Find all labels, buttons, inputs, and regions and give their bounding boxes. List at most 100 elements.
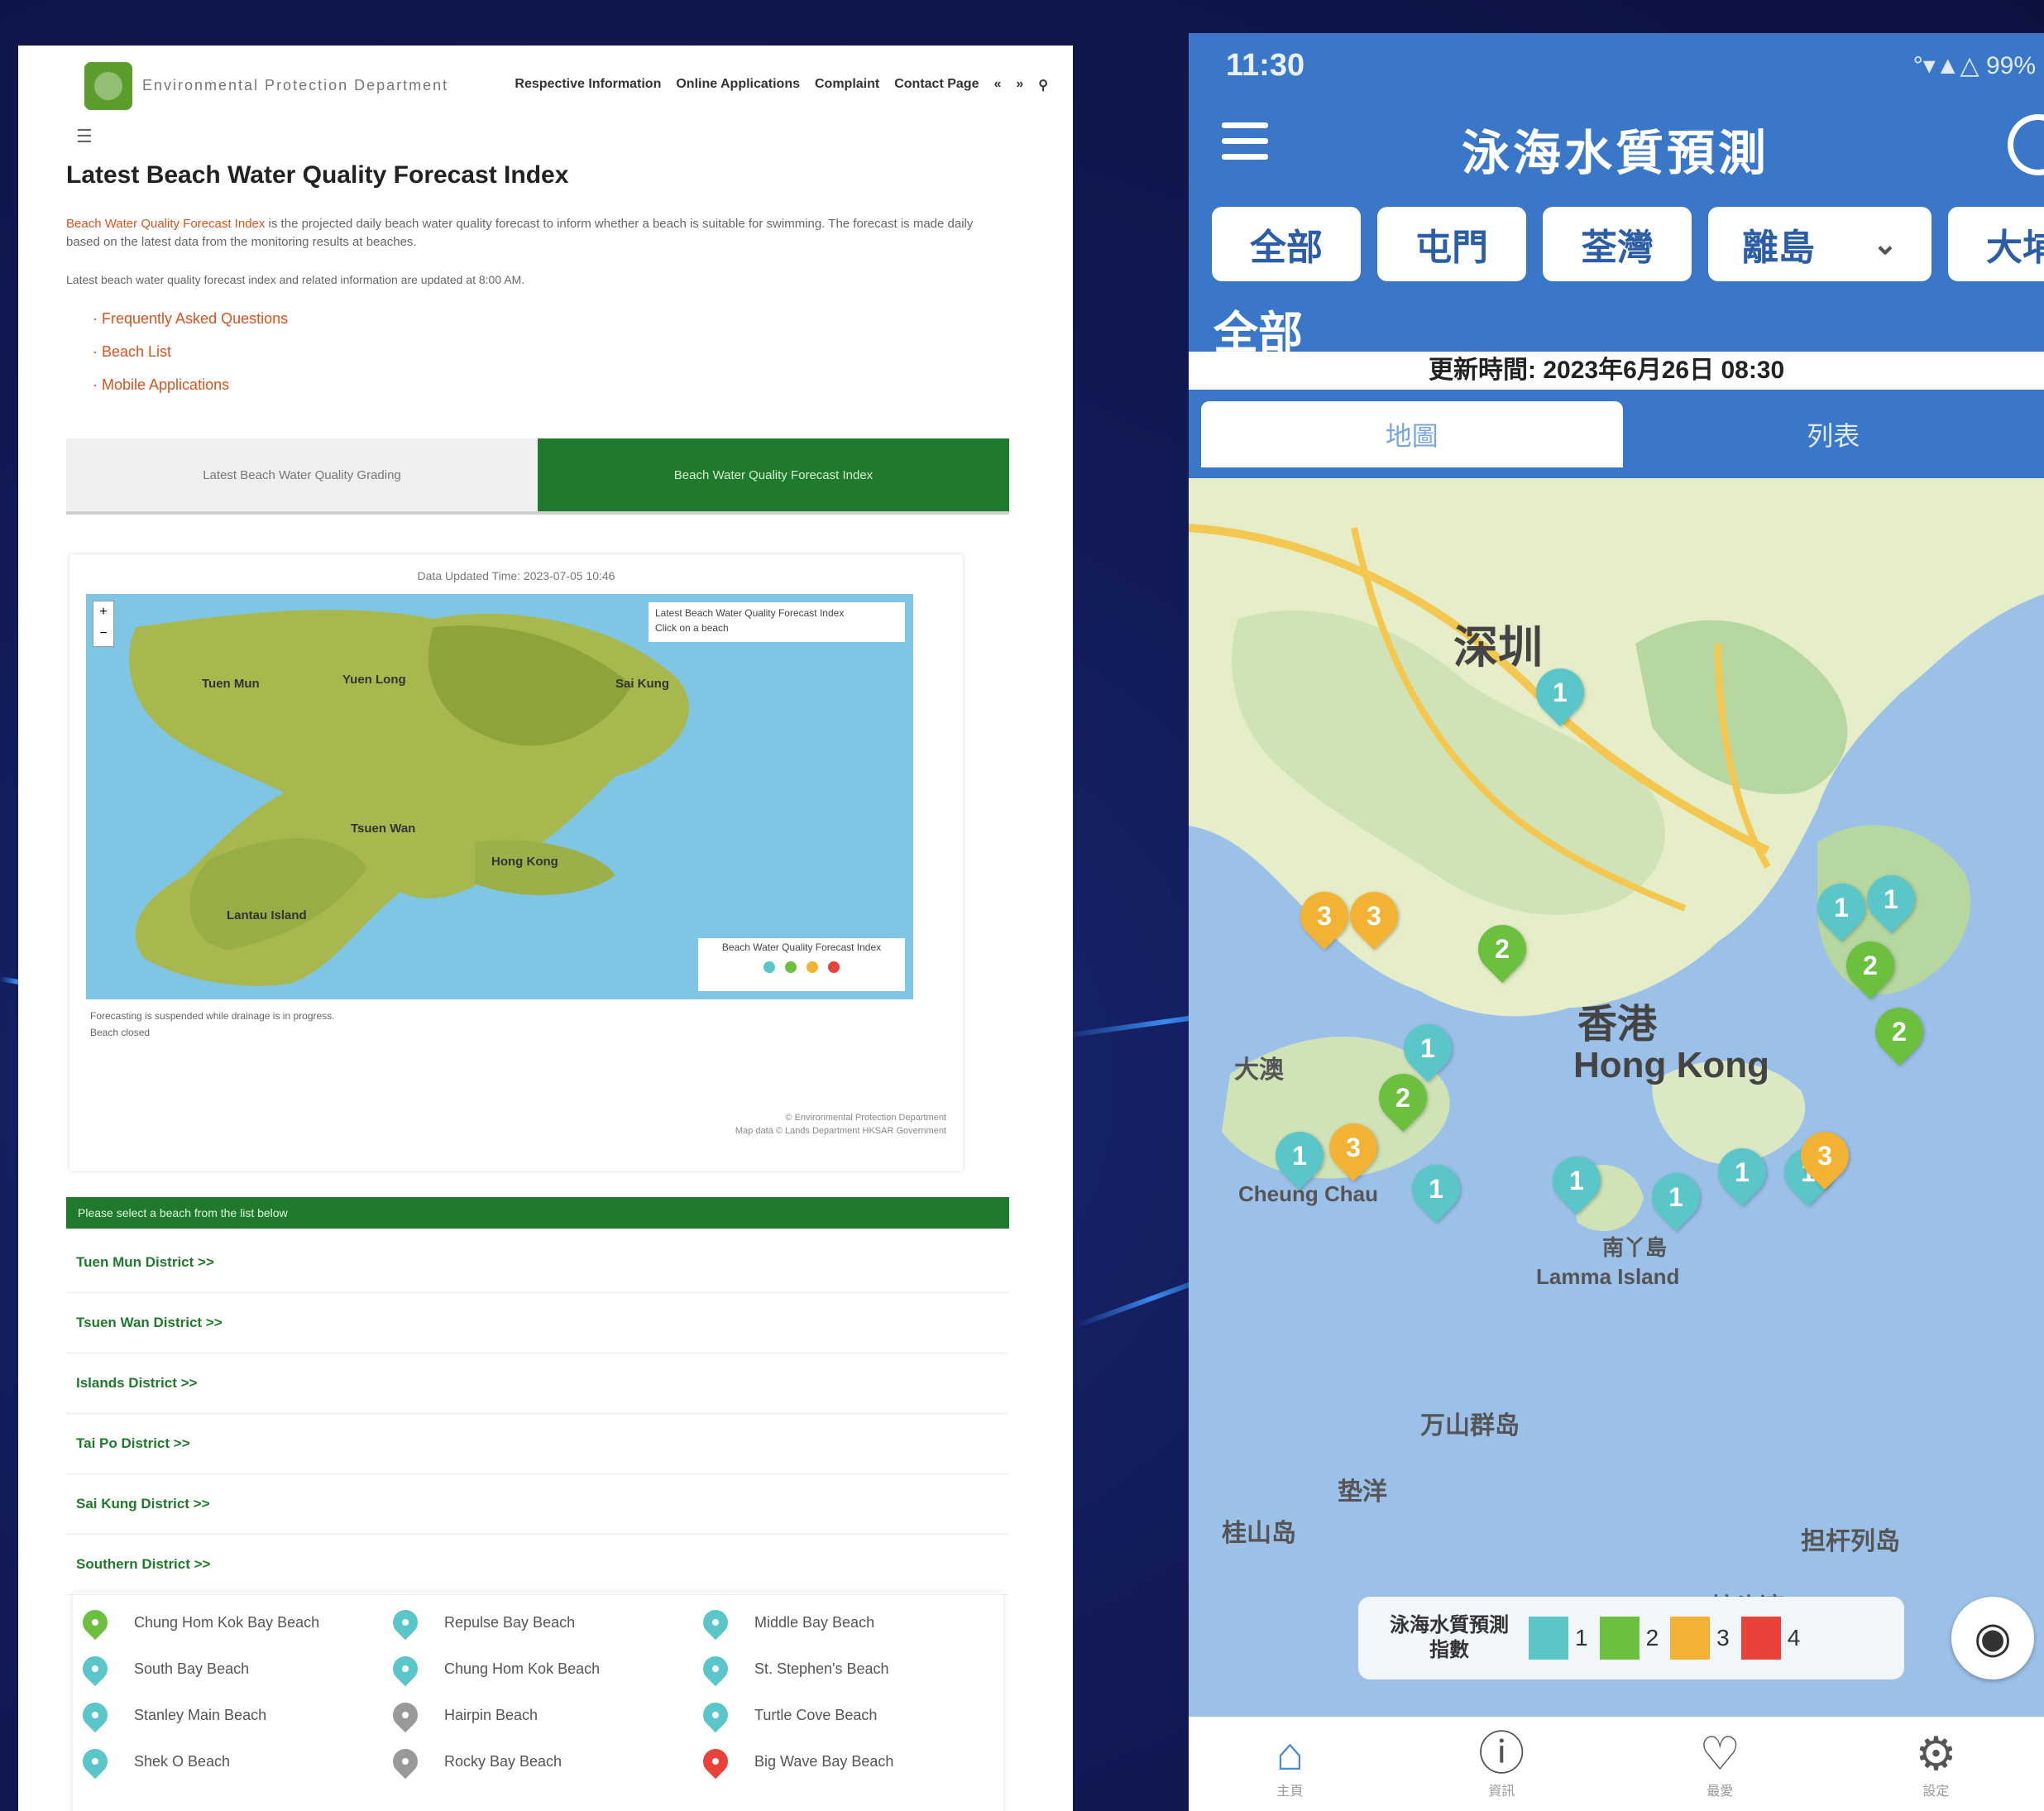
- nav-item[interactable]: »: [1016, 77, 1023, 93]
- nav-item[interactable]: «: [993, 77, 1001, 93]
- mobile-apps-link[interactable]: · Mobile Applications: [93, 368, 288, 401]
- beach-pin-icon: [697, 1604, 734, 1641]
- beach-item[interactable]: Chung Hom Kok Beach: [383, 1646, 693, 1692]
- legend-swatch: [1740, 1617, 1781, 1660]
- bottom-nav-label: 最愛: [1707, 1785, 1734, 1799]
- beach-marker[interactable]: 1: [1707, 1138, 1777, 1207]
- bottom-nav-item[interactable]: ⚙ 設定: [1915, 1728, 1956, 1799]
- tab-grading[interactable]: Latest Beach Water Quality Grading: [66, 438, 538, 511]
- beach-list-link[interactable]: · Beach List: [93, 335, 288, 368]
- beach-pin-icon: [387, 1651, 424, 1687]
- region-all-button[interactable]: 全部: [1212, 207, 1361, 281]
- bottom-nav-label: 主頁: [1276, 1785, 1304, 1799]
- legend-dot: [828, 961, 840, 973]
- home-icon: ⌂: [1276, 1727, 1304, 1780]
- beach-marker[interactable]: 1: [1807, 873, 1876, 942]
- map-notes: Forecasting is suspended while drainage …: [90, 1008, 335, 1041]
- beach-marker[interactable]: 1: [1641, 1162, 1711, 1232]
- beach-marker[interactable]: 3: [1319, 1113, 1388, 1182]
- district-item[interactable]: Southern District >>: [66, 1535, 1009, 1595]
- region-tuen-mun-button[interactable]: 屯門: [1377, 207, 1526, 281]
- nav-item[interactable]: Online Applications: [676, 77, 800, 93]
- beach-marker[interactable]: 1: [1393, 1013, 1462, 1083]
- beach-item[interactable]: St. Stephen's Beach: [693, 1646, 1003, 1692]
- beach-marker[interactable]: 3: [1290, 881, 1359, 951]
- tab-forecast[interactable]: Beach Water Quality Forecast Index: [538, 438, 1009, 511]
- bottom-nav: ⌂ 主頁 ⓘ 資訊 ♡ 最愛 ⚙ 設定: [1189, 1717, 2044, 1811]
- beach-marker[interactable]: 1: [1401, 1154, 1471, 1224]
- beach-item[interactable]: Turtle Cove Beach: [693, 1692, 1003, 1738]
- beach-marker-index: 3: [1317, 901, 1332, 931]
- beach-item[interactable]: Repulse Bay Beach: [383, 1599, 693, 1646]
- nav-item[interactable]: Respective Information: [515, 77, 661, 93]
- bottom-nav-item[interactable]: ♡ 最愛: [1699, 1728, 1740, 1799]
- app-map[interactable]: 深圳 香港 Hong Kong Cheung Chau Lamma Island…: [1189, 478, 2044, 1719]
- beach-marker-index: 2: [1892, 1017, 1907, 1047]
- beach-name: St. Stephen's Beach: [754, 1660, 889, 1677]
- intro-link[interactable]: Beach Water Quality Forecast Index: [66, 217, 265, 231]
- region-tsuen-wan-button[interactable]: 荃灣: [1543, 207, 1692, 281]
- district-item[interactable]: Sai Kung District >>: [66, 1474, 1009, 1535]
- beach-marker[interactable]: 1: [1265, 1121, 1334, 1191]
- beach-item[interactable]: Hairpin Beach: [383, 1692, 693, 1738]
- beach-name: South Bay Beach: [134, 1660, 250, 1677]
- search-icon[interactable]: ⚲: [1038, 77, 1048, 93]
- tab-list[interactable]: 列表: [1623, 401, 2044, 467]
- beach-marker-index: 1: [1553, 678, 1568, 707]
- menu-icon[interactable]: [1222, 122, 1268, 160]
- beach-item[interactable]: Rocky Bay Beach: [383, 1738, 693, 1785]
- district-item[interactable]: Tai Po District >>: [66, 1414, 1009, 1474]
- locate-me-icon[interactable]: ◉: [1951, 1597, 2034, 1679]
- map-zoom-control[interactable]: + −: [93, 601, 114, 647]
- beach-marker[interactable]: 3: [1339, 881, 1409, 951]
- refresh-icon[interactable]: [2008, 114, 2044, 175]
- nav-item[interactable]: Complaint: [815, 77, 879, 93]
- region-tai-po-button[interactable]: 大埔: [1948, 207, 2044, 281]
- tab-map[interactable]: 地圖: [1201, 401, 1623, 467]
- bottom-nav-label: 資訊: [1488, 1785, 1515, 1799]
- map-label-shenzhen: 深圳: [1453, 623, 1543, 673]
- beach-item[interactable]: South Bay Beach: [73, 1646, 383, 1692]
- hamburger-menu-icon[interactable]: ☰: [76, 127, 94, 146]
- region-islands-label: 離島: [1741, 228, 1815, 268]
- beach-marker-index: 1: [1429, 1174, 1443, 1204]
- district-item[interactable]: Tsuen Wan District >>: [66, 1293, 1009, 1353]
- map-label-cheung-chau: Cheung Chau: [1238, 1181, 1378, 1206]
- map-place-label: Sai Kung: [615, 677, 670, 691]
- view-tabs: 地圖 列表: [1201, 401, 2044, 467]
- map-label-lamma-cn: 南丫島: [1602, 1235, 1668, 1260]
- bottom-nav-item[interactable]: ⓘ 資訊: [1478, 1728, 1525, 1799]
- beach-item[interactable]: Big Wave Bay Beach: [693, 1738, 1003, 1785]
- beach-marker[interactable]: 1: [1856, 865, 1926, 934]
- faq-link[interactable]: · Frequently Asked Questions: [93, 302, 288, 335]
- site-logo-icon[interactable]: [84, 62, 132, 110]
- district-item[interactable]: Tuen Mun District >>: [66, 1233, 1009, 1293]
- map-credit-line: Map data © Lands Department HKSAR Govern…: [735, 1126, 946, 1136]
- beach-pin-icon: [387, 1743, 424, 1780]
- region-islands-dropdown[interactable]: 離島 ⌄: [1708, 207, 1932, 281]
- beach-item[interactable]: Stanley Main Beach: [73, 1692, 383, 1738]
- forecast-map[interactable]: + − Latest Beach Water Quality Forecast I…: [86, 594, 913, 999]
- beach-marker[interactable]: 3: [1790, 1121, 1860, 1191]
- beach-item[interactable]: Shek O Beach: [73, 1738, 383, 1785]
- beach-marker[interactable]: 1: [1542, 1146, 1611, 1215]
- app-title: 泳海水質預測: [1462, 127, 1770, 180]
- beach-item[interactable]: Chung Hom Kok Bay Beach: [73, 1599, 383, 1646]
- beach-item[interactable]: Middle Bay Beach: [693, 1599, 1003, 1646]
- map-note: Beach closed: [90, 1027, 151, 1038]
- status-icons: °▾▲△ 99%: [1912, 52, 2036, 79]
- beach-name: Shek O Beach: [134, 1752, 231, 1770]
- district-item[interactable]: Islands District >>: [66, 1353, 1009, 1414]
- beach-marker[interactable]: 2: [1467, 914, 1537, 984]
- nav-item[interactable]: Contact Page: [894, 77, 979, 93]
- map-credit-line: © Environmental Protection Department: [785, 1113, 946, 1123]
- beach-marker[interactable]: 2: [1836, 931, 1905, 1000]
- beach-marker[interactable]: 2: [1368, 1063, 1438, 1133]
- beach-marker[interactable]: 2: [1864, 997, 1934, 1066]
- map-label-hong-kong-cn: 香港: [1577, 1003, 1658, 1047]
- forecast-map-card: Data Updated Time: 2023-07-05 10:46 + − L…: [69, 554, 963, 1171]
- gear-icon: ⚙: [1915, 1727, 1957, 1780]
- top-nav: Respective Information Online Applicatio…: [515, 77, 1048, 93]
- bottom-nav-item[interactable]: ⌂ 主頁: [1276, 1728, 1304, 1799]
- beach-marker[interactable]: 1: [1525, 658, 1595, 727]
